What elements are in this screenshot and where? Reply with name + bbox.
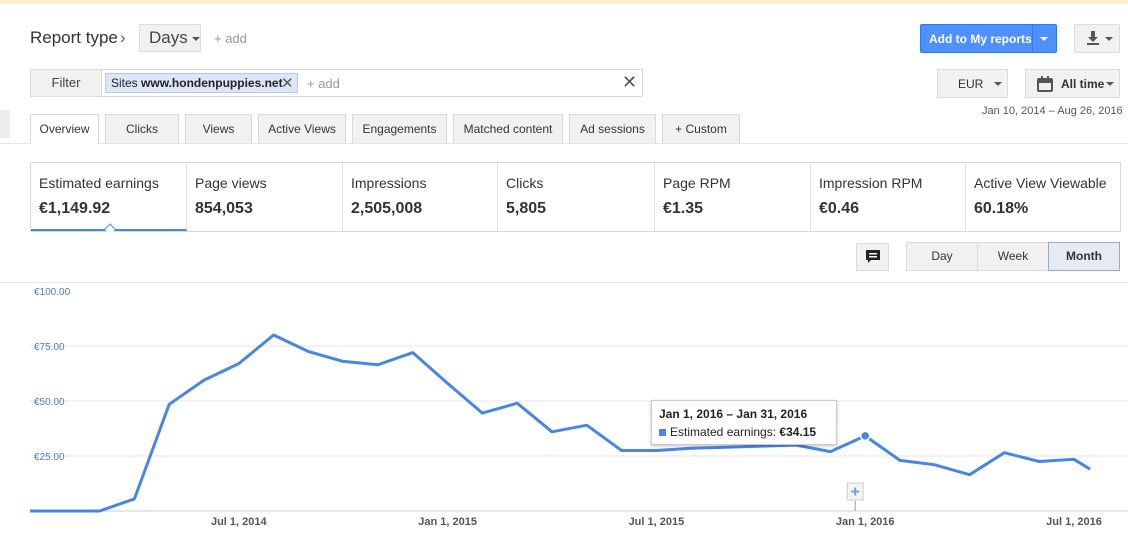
y-tick-label: €25.00 xyxy=(34,452,65,463)
highlighted-data-point xyxy=(859,430,871,442)
chart-tooltip: Jan 1, 2016 – Jan 31, 2016 Estimated ear… xyxy=(651,400,837,445)
series-swatch xyxy=(659,429,666,437)
tooltip-series: Estimated earnings: €34.15 xyxy=(659,425,816,439)
x-tick-label: Jan 1, 2016 xyxy=(836,516,895,528)
x-tick-label: Jul 1, 2015 xyxy=(629,516,685,528)
y-tick-label: €50.00 xyxy=(34,397,65,408)
y-tick-label: €75.00 xyxy=(34,342,65,353)
tooltip-series-label: Estimated earnings: xyxy=(670,425,777,439)
x-tick-label: Jul 1, 2016 xyxy=(1046,516,1102,528)
y-tick-label: €100.00 xyxy=(34,287,71,298)
x-tick-label: Jan 1, 2015 xyxy=(418,516,477,528)
earnings-chart[interactable]: €100.00 €75.00 €50.00 €25.00 Jul 1, 2014 Jan… xyxy=(0,0,1128,539)
earnings-series-line xyxy=(30,333,1091,513)
tooltip-value: €34.15 xyxy=(779,425,817,439)
x-tick-label: Jul 1, 2014 xyxy=(211,516,268,528)
tooltip-title: Jan 1, 2016 – Jan 31, 2016 xyxy=(659,407,808,421)
tab-overview[interactable]: Overview xyxy=(30,114,99,144)
